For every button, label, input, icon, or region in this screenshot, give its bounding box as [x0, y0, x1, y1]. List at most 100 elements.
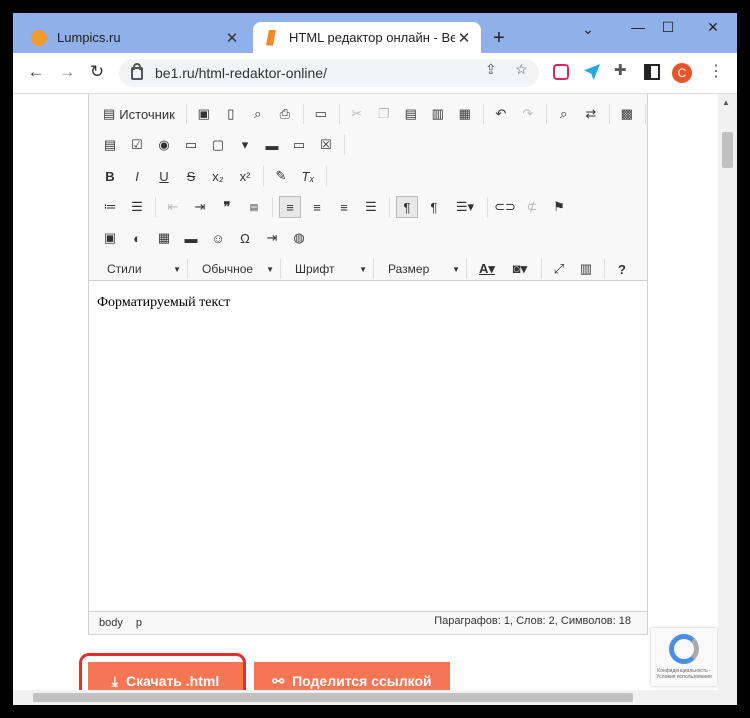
link-icon[interactable]: ⊂⊃	[494, 196, 516, 218]
redo-icon[interactable]: ↷	[517, 103, 539, 125]
font-dropdown[interactable]: Шрифт ▼	[287, 258, 371, 280]
forward-arrow-icon[interactable]: →	[56, 62, 78, 82]
copy-icon[interactable]: ❐	[373, 103, 395, 125]
anchor-flag-icon[interactable]: ⚑	[548, 196, 570, 218]
form-icon[interactable]: ▤	[99, 134, 121, 156]
path-body[interactable]: body	[99, 617, 123, 629]
close-tab-icon[interactable]: ✕	[455, 29, 473, 47]
horizontal-scrollbar[interactable]	[13, 690, 718, 705]
side-panel-icon[interactable]	[644, 64, 660, 80]
align-center-icon[interactable]: ≡	[306, 196, 328, 218]
telegram-icon[interactable]	[584, 64, 600, 80]
url-text[interactable]: be1.ru/html-redaktor-online/	[155, 65, 327, 81]
language-dropdown-icon[interactable]: ☰▾	[450, 196, 480, 218]
recaptcha-text[interactable]: Конфиденциальность - Условия использован…	[651, 668, 717, 680]
button-field-icon[interactable]: ▬	[261, 134, 283, 156]
text-field-icon[interactable]: ▭	[180, 134, 202, 156]
path-p[interactable]: p	[136, 617, 142, 629]
remove-format-icon[interactable]: Tₓ	[297, 165, 319, 187]
italic-icon[interactable]: I	[126, 165, 148, 187]
share-icon[interactable]: ⇪	[485, 61, 497, 78]
cut-icon[interactable]: ✂	[346, 103, 368, 125]
pocket-icon[interactable]	[553, 64, 569, 80]
paste-icon[interactable]: ▤	[400, 103, 422, 125]
unlink-icon[interactable]: ⊄	[521, 196, 543, 218]
horizontal-line-icon[interactable]: ▬	[180, 227, 202, 249]
blockquote-icon[interactable]: ❞	[216, 196, 238, 218]
lock-icon[interactable]	[131, 62, 143, 80]
rtl-direction-icon[interactable]: ¶	[423, 196, 445, 218]
subscript-icon[interactable]: x₂	[207, 165, 229, 187]
styles-dropdown[interactable]: Стили ▼	[99, 258, 185, 280]
checkbox-icon[interactable]: ☑	[126, 134, 148, 156]
ltr-direction-icon[interactable]: ¶	[396, 196, 418, 218]
tab-be1[interactable]: HTML редактор онлайн - Be1.ru ✕	[253, 22, 481, 53]
maximize-button[interactable]: ☐	[653, 19, 683, 36]
tab-lumpics[interactable]: Lumpics.ru ✕	[21, 22, 249, 53]
special-char-omega-icon[interactable]: Ω	[234, 227, 256, 249]
horizontal-scroll-thumb[interactable]	[33, 693, 633, 702]
replace-icon[interactable]: ⇄	[580, 103, 602, 125]
omnibox[interactable]: be1.ru/html-redaktor-online/	[119, 59, 539, 87]
reload-icon[interactable]: ↻	[86, 62, 108, 82]
print-icon[interactable]: ⎙	[274, 103, 296, 125]
close-tab-icon[interactable]: ✕	[223, 29, 241, 47]
new-tab-button[interactable]: +	[487, 27, 511, 50]
save-icon[interactable]: ▣	[193, 103, 215, 125]
templates-icon[interactable]: ▭	[310, 103, 332, 125]
tab-search-icon[interactable]: ⌄	[573, 21, 603, 38]
numbered-list-icon[interactable]: ≔	[99, 196, 121, 218]
smiley-icon[interactable]: ☺	[207, 227, 229, 249]
close-window-button[interactable]: ✕	[698, 19, 728, 36]
underline-icon[interactable]: U	[153, 165, 175, 187]
hidden-field-icon[interactable]: ☒	[315, 134, 337, 156]
paste-text-icon[interactable]: ▥	[427, 103, 449, 125]
editor-content-area[interactable]: Форматируемый текст	[89, 281, 647, 611]
radio-icon[interactable]: ◉	[153, 134, 175, 156]
format-dropdown[interactable]: Обычное ▼	[194, 258, 278, 280]
find-icon[interactable]: ⌕	[553, 103, 575, 125]
table-icon[interactable]: ▦	[153, 227, 175, 249]
bold-icon[interactable]: B	[99, 165, 121, 187]
show-blocks-icon[interactable]: ▥	[575, 258, 597, 280]
menu-dots-icon[interactable]: ⋮	[708, 61, 724, 81]
align-left-icon[interactable]: ≡	[279, 196, 301, 218]
minimize-button[interactable]: —	[623, 19, 653, 35]
image-icon[interactable]: ▣	[99, 227, 121, 249]
bookmark-star-icon[interactable]: ☆	[515, 61, 528, 78]
superscript-icon[interactable]: x²	[234, 165, 256, 187]
justify-icon[interactable]: ☰	[360, 196, 382, 218]
flash-icon[interactable]: ◐	[126, 227, 148, 249]
div-container-icon[interactable]: ▤	[243, 196, 265, 218]
image-button-icon[interactable]: ▭	[288, 134, 310, 156]
bulleted-list-icon[interactable]: ☰	[126, 196, 148, 218]
strikethrough-icon[interactable]: S	[180, 165, 202, 187]
iframe-globe-icon[interactable]: ◍	[288, 227, 310, 249]
outdent-icon[interactable]: ⇤	[162, 196, 184, 218]
copy-format-icon[interactable]: ✎	[270, 165, 292, 187]
vertical-scroll-thumb[interactable]	[722, 132, 733, 168]
select-field-icon[interactable]: ▾	[234, 134, 256, 156]
new-page-icon[interactable]: ▯	[220, 103, 242, 125]
scroll-up-icon[interactable]: ▲	[722, 98, 730, 107]
align-right-icon[interactable]: ≡	[333, 196, 355, 218]
profile-avatar[interactable]: C	[672, 63, 692, 83]
textarea-icon[interactable]: ▢	[207, 134, 229, 156]
vertical-scrollbar[interactable]: ▲	[718, 94, 737, 705]
page-break-icon[interactable]: ⇥	[261, 227, 283, 249]
paste-word-icon[interactable]: ▦	[454, 103, 476, 125]
text-color-icon[interactable]: A▾	[473, 258, 501, 280]
preview-icon[interactable]: ⌕	[247, 103, 269, 125]
background-color-icon[interactable]: ◙▾	[506, 258, 534, 280]
extensions-puzzle-icon[interactable]: ✚	[614, 61, 627, 79]
select-all-icon[interactable]: ▩	[616, 103, 638, 125]
size-dropdown[interactable]: Размер ▼	[380, 258, 464, 280]
editor-text[interactable]: Форматируемый текст	[97, 295, 230, 311]
maximize-editor-icon[interactable]: ⤢	[548, 258, 570, 280]
undo-icon[interactable]: ↶	[490, 103, 512, 125]
source-button[interactable]: ▤ Источник	[99, 103, 179, 125]
recaptcha-badge[interactable]: Конфиденциальность - Условия использован…	[651, 628, 717, 686]
help-icon[interactable]: ?	[611, 258, 633, 280]
indent-icon[interactable]: ⇥	[189, 196, 211, 218]
back-arrow-icon[interactable]: ←	[25, 62, 47, 82]
